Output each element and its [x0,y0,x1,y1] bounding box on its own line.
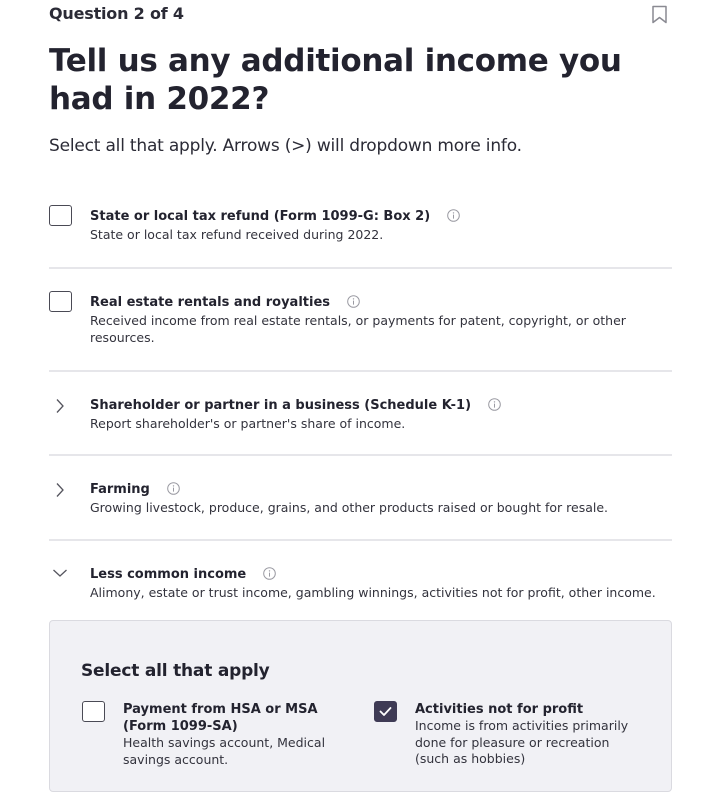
bookmark-icon [652,5,667,24]
question-counter: Question 2 of 4 [49,4,184,23]
chevron-right-icon[interactable] [55,482,65,498]
option-label: Less common income [90,567,247,582]
sub-option-label: Activities not for profit [415,702,584,717]
option-description: Growing livestock, produce, grains, and … [90,500,609,515]
activities-not-for-profit-checkbox[interactable] [374,701,397,722]
option-label: Farming [90,482,150,497]
option-description: State or local tax refund received durin… [90,227,384,242]
less-common-income-panel: Select all that apply Payment from HSA o… [49,620,672,792]
sub-option-description: Income is from activities primarily done… [415,718,629,766]
info-icon[interactable] [263,565,277,580]
option-description: Received income from real estate rentals… [90,313,626,345]
panel-title: Select all that apply [81,661,270,681]
option-label: Shareholder or partner in a business (Sc… [90,398,472,413]
option-label: State or local tax refund (Form 1099-G: … [90,209,431,224]
divider [49,454,672,456]
checkmark-icon [379,707,392,716]
info-icon[interactable] [347,293,360,308]
chevron-down-icon[interactable] [52,568,68,578]
hsa-msa-checkbox[interactable] [82,701,105,722]
divider [49,370,672,372]
chevron-right-icon[interactable] [55,398,65,414]
option-description: Report shareholder's or partner's share … [90,416,406,431]
sub-option-label: Payment from HSA or MSA (Form 1099-SA) [123,702,318,734]
real-estate-rentals-checkbox[interactable] [49,291,72,312]
info-icon[interactable] [488,396,501,411]
divider [49,539,672,541]
bookmark-button[interactable] [651,5,668,24]
state-tax-refund-checkbox[interactable] [49,205,72,226]
option-description: Alimony, estate or trust income, gamblin… [90,585,656,600]
option-label: Real estate rentals and royalties [90,295,330,310]
info-icon[interactable] [447,207,460,222]
page-title: Tell us any additional income you had in… [49,43,622,117]
divider [49,267,672,269]
page-subtitle: Select all that apply. Arrows (>) will d… [49,136,522,156]
info-icon[interactable] [167,480,180,495]
sub-option-description: Health savings account, Medical savings … [123,735,326,767]
